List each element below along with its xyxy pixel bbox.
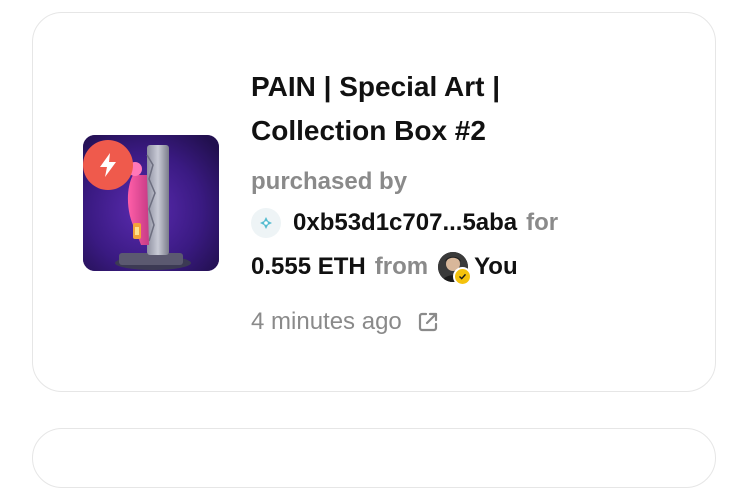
- seller-avatar[interactable]: [438, 252, 473, 286]
- timestamp: 4 minutes ago: [251, 308, 402, 335]
- chain-logo-icon: [251, 208, 281, 238]
- action-label: purchased by: [251, 168, 408, 195]
- nft-title[interactable]: PAIN | Special Art | Collection Box #2: [251, 65, 691, 153]
- from-label: from: [374, 253, 429, 280]
- external-link-icon[interactable]: [416, 310, 440, 334]
- nft-title-line2: Collection Box #2: [251, 115, 486, 146]
- buyer-row: 0xb53d1c707...5aba for: [251, 203, 691, 243]
- nft-title-line1: PAIN | Special Art |: [251, 71, 501, 102]
- price-row: 0.555 ETH from You: [251, 247, 691, 287]
- buyer-address-link[interactable]: 0xb53d1c707...5aba: [293, 203, 517, 243]
- activity-card[interactable]: PAIN | Special Art | Collection Box #2 p…: [32, 12, 716, 392]
- price-value: 0.555 ETH: [251, 253, 366, 280]
- next-activity-card[interactable]: [32, 428, 716, 488]
- verified-check-icon: [453, 267, 473, 286]
- seller-name-link[interactable]: You: [474, 247, 518, 287]
- activity-info: PAIN | Special Art | Collection Box #2 p…: [251, 65, 691, 337]
- for-label: for: [526, 209, 559, 236]
- timestamp-row: 4 minutes ago: [251, 307, 691, 337]
- lightning-bolt-icon: [83, 140, 133, 190]
